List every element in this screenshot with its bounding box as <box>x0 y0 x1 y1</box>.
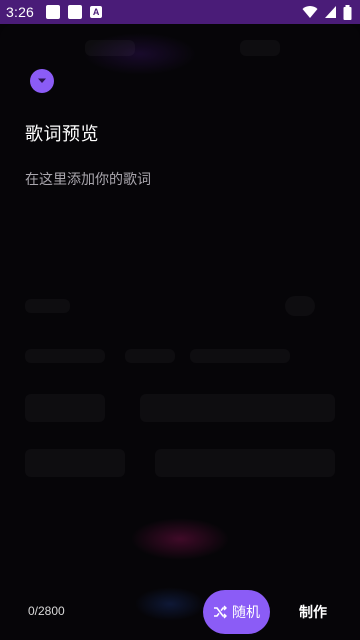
status-bar: 3:26 A <box>0 0 360 24</box>
shuffle-icon <box>214 605 227 619</box>
chevron-down-icon <box>38 78 46 83</box>
signal-icon <box>325 6 336 18</box>
square-notification-icon <box>46 5 61 19</box>
random-button-label: 随机 <box>232 604 260 620</box>
random-button[interactable]: 随机 <box>203 590 270 634</box>
battery-icon <box>343 4 352 20</box>
lyrics-sheet: 歌词预览 <box>0 24 360 640</box>
background-blur <box>85 40 135 56</box>
status-time: 3:26 <box>6 4 35 20</box>
page-title: 歌词预览 <box>25 124 99 145</box>
background-blur <box>240 40 280 56</box>
char-count: 0/2800 <box>28 604 65 618</box>
wifi-icon <box>302 6 318 19</box>
app-a-icon: A <box>90 6 103 18</box>
square-notification-icon <box>68 5 83 19</box>
collapse-button[interactable] <box>30 69 54 93</box>
lyrics-input[interactable] <box>25 169 335 549</box>
make-button[interactable]: 制作 <box>288 598 338 626</box>
